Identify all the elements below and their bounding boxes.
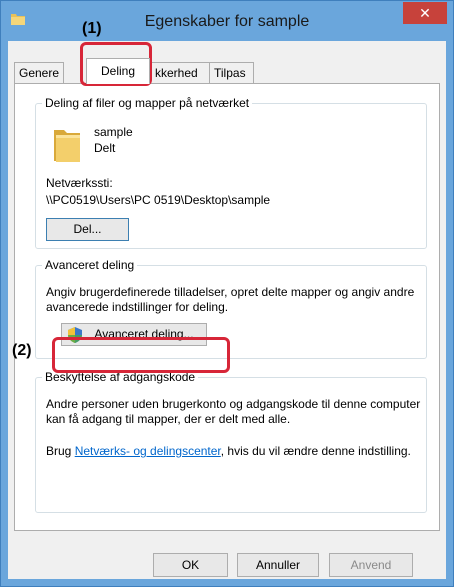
tab-security[interactable]: kkerhed bbox=[150, 62, 210, 83]
password-protection-group: Beskyttelse af adgangskode Andre persone… bbox=[35, 370, 427, 513]
tab-customize[interactable]: Tilpas bbox=[209, 62, 254, 83]
title-bar[interactable]: Egenskaber for sample ✕ bbox=[1, 1, 453, 41]
folder-status: Delt bbox=[94, 141, 116, 155]
callout-label-2: (2) bbox=[12, 342, 32, 359]
network-sharing-group: Deling af filer og mapper på netværket s… bbox=[35, 96, 427, 249]
dialog-body: Genere Deling kkerhed Tilpas Deling af f… bbox=[8, 41, 446, 579]
tab-general[interactable]: Genere bbox=[14, 62, 64, 83]
share-button[interactable]: Del... bbox=[46, 218, 129, 241]
password-protection-description: Andre personer uden brugerkonto og adgan… bbox=[46, 397, 421, 426]
sharing-panel: Deling af filer og mapper på netværket s… bbox=[14, 83, 440, 531]
network-sharing-legend: Deling af filer og mapper på netværket bbox=[42, 96, 253, 110]
window-title: Egenskaber for sample bbox=[144, 13, 310, 30]
password-protection-hint: Brug Netværks- og delingscenter, hvis du… bbox=[46, 444, 422, 459]
properties-window: Egenskaber for sample ✕ Genere Deling kk… bbox=[0, 0, 454, 587]
callout-box-2 bbox=[52, 337, 230, 373]
hint-suffix: , hvis du vil ændre denne indstilling. bbox=[220, 444, 411, 458]
callout-label-1: (1) bbox=[82, 20, 102, 37]
apply-button[interactable]: Anvend bbox=[329, 553, 413, 577]
close-button[interactable]: ✕ bbox=[403, 2, 447, 24]
tab-sharing[interactable]: Deling bbox=[86, 58, 150, 84]
hint-prefix: Brug bbox=[46, 444, 75, 458]
advanced-sharing-description: Angiv brugerdefinerede tilladelser, opre… bbox=[46, 285, 415, 314]
network-path-label: Netværkssti: bbox=[46, 176, 113, 190]
shared-folder-icon bbox=[54, 130, 80, 162]
folder-name: sample bbox=[94, 125, 133, 139]
advanced-sharing-legend: Avanceret deling bbox=[42, 258, 138, 272]
ok-button[interactable]: OK bbox=[153, 553, 228, 577]
cancel-button[interactable]: Annuller bbox=[237, 553, 319, 577]
network-center-link[interactable]: Netværks- og delingscenter bbox=[75, 444, 221, 458]
network-path: \\PC0519\Users\PC 0519\Desktop\sample bbox=[46, 193, 271, 207]
